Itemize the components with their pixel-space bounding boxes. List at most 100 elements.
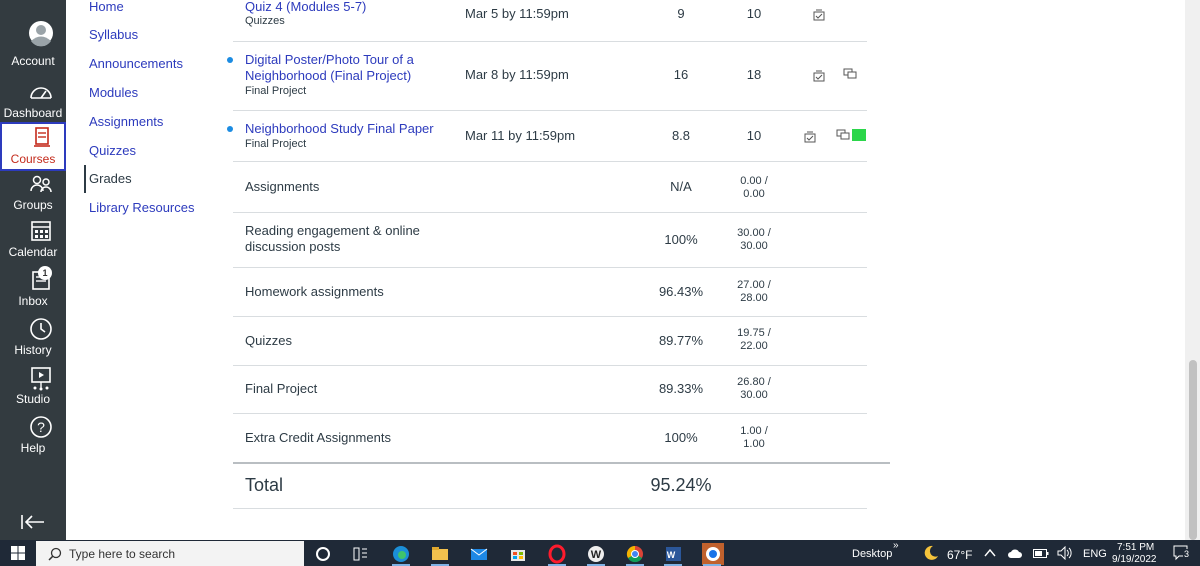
group-percent: 100% [664, 430, 698, 445]
row-divider [233, 212, 867, 213]
mail-icon[interactable] [464, 542, 494, 566]
course-nav-syllabus[interactable]: Syllabus [89, 27, 138, 42]
store-icon[interactable] [503, 542, 533, 566]
global-nav-calendar[interactable]: Calendar [0, 217, 66, 266]
chrome-icon[interactable] [620, 542, 650, 566]
global-nav-inbox[interactable]: Inbox 1 [0, 266, 66, 315]
search-placeholder: Type here to search [69, 547, 176, 561]
chevron-up-icon[interactable] [984, 548, 996, 558]
table-bottom-divider [233, 508, 867, 509]
page-scrollbar[interactable] [1185, 0, 1200, 540]
comments-icon[interactable] [843, 67, 857, 81]
assignment-group-name-line: discussion posts [245, 239, 341, 254]
fraction-line: 0.00 / [740, 175, 768, 187]
group-points-fraction: 0.00 /0.00 [729, 175, 779, 201]
what-if-score-icon[interactable] [812, 69, 826, 83]
assignment-name-link[interactable]: Digital Poster/Photo Tour of a Neighborho… [245, 52, 414, 84]
cortana-icon[interactable] [308, 542, 338, 566]
taskbar-search-box[interactable]: Type here to search [36, 541, 304, 566]
row-divider [233, 110, 867, 111]
score: 8.8 [671, 128, 691, 143]
course-nav-active-indicator [84, 165, 86, 193]
toolbar-chevron[interactable]: » [893, 540, 899, 551]
score: 9 [677, 6, 685, 21]
global-nav-account[interactable]: Account [0, 20, 66, 70]
global-nav-label: Calendar [8, 245, 58, 259]
opera-icon[interactable] [542, 542, 572, 566]
comments-icon[interactable] [836, 128, 850, 142]
assignment-group-name-line: Reading engagement & online [245, 223, 420, 238]
groups-icon [0, 170, 66, 198]
svg-text:W: W [667, 550, 676, 560]
global-nav-help[interactable]: ? Help [0, 413, 66, 462]
group-percent: 89.77% [658, 333, 704, 348]
language-indicator[interactable]: ENG [1083, 548, 1107, 560]
help-icon: ? [0, 413, 66, 441]
assignment-group-name: Quizzes [245, 333, 292, 349]
onedrive-cloud-icon[interactable] [1007, 547, 1023, 559]
rubric-icon[interactable] [852, 129, 866, 141]
global-nav-label: Inbox [18, 294, 48, 308]
file-explorer-icon[interactable] [425, 542, 455, 566]
total-label: Total [245, 475, 284, 495]
due-date: Mar 5 by 11:59pm [465, 6, 569, 21]
course-nav-quizzes[interactable]: Quizzes [89, 143, 136, 158]
total-divider [233, 462, 890, 464]
weather-moon-icon[interactable] [922, 544, 940, 562]
weather-temperature[interactable]: 67°F [947, 548, 972, 562]
assignment-name-link[interactable]: Neighborhood Study Final Paper [245, 121, 434, 137]
global-nav-label: Help [20, 441, 46, 455]
desktop-toolbar-label[interactable]: Desktop [852, 548, 892, 560]
course-nav-modules[interactable]: Modules [89, 85, 138, 100]
clock-date[interactable]: 9/19/2022 [1112, 554, 1157, 565]
course-nav-home[interactable]: Home [89, 0, 124, 14]
edge-icon[interactable] [386, 542, 416, 566]
browser-app-icon[interactable] [697, 542, 727, 566]
what-if-score-icon[interactable] [812, 8, 826, 22]
history-icon [0, 315, 66, 343]
course-nav-grades[interactable]: Grades [89, 171, 132, 186]
course-nav-announcements[interactable]: Announcements [89, 56, 183, 71]
group-points-fraction: 19.75 /22.00 [729, 327, 779, 353]
collapse-nav-icon[interactable] [20, 512, 46, 532]
points-possible: 10 [746, 128, 762, 143]
assignment-category: Final Project [245, 138, 307, 150]
task-view-icon[interactable] [345, 542, 375, 566]
fraction-line: 30.00 [740, 240, 768, 252]
due-date: Mar 11 by 11:59pm [465, 128, 576, 143]
clock-time[interactable]: 7:51 PM [1117, 542, 1154, 553]
assignment-group-name-line: Final Project [245, 381, 318, 396]
dashboard-icon [0, 78, 66, 106]
battery-icon[interactable] [1033, 549, 1049, 558]
svg-text:W: W [591, 549, 602, 561]
fraction-line: 28.00 [740, 292, 768, 304]
group-points-fraction: 27.00 /28.00 [729, 279, 779, 305]
course-nav-library-resources[interactable]: Library Resources [89, 200, 195, 215]
score: 16 [673, 67, 689, 82]
assignment-name-line: Digital Poster/Photo Tour of a [245, 52, 414, 67]
global-nav-courses[interactable]: Courses [0, 122, 66, 171]
global-nav-studio[interactable]: Studio [0, 364, 66, 413]
assignment-name-line: Neighborhood (Final Project) [245, 68, 412, 83]
global-nav-groups[interactable]: Groups [0, 170, 66, 219]
assignment-group-name: Homework assignments [245, 284, 384, 300]
what-if-score-icon[interactable] [803, 130, 817, 144]
w-app-icon[interactable]: W [581, 542, 611, 566]
account-icon [0, 20, 66, 48]
assignment-category: Quizzes [245, 15, 285, 27]
word-icon[interactable]: W [658, 542, 688, 566]
speaker-volume-icon[interactable] [1057, 546, 1073, 560]
windows-taskbar: Type here to search W W Desktop » 67°F EN… [0, 540, 1200, 566]
inbox-unread-badge: 1 [38, 266, 52, 280]
global-nav-history[interactable]: History [0, 315, 66, 364]
course-nav-assignments[interactable]: Assignments [89, 114, 163, 129]
fraction-line: 19.75 / [737, 327, 771, 339]
global-nav-dashboard[interactable]: Dashboard [0, 78, 66, 127]
assignment-name-line: Neighborhood Study Final Paper [245, 121, 434, 136]
windows-start-icon[interactable] [10, 545, 26, 561]
scrollbar-thumb[interactable] [1189, 360, 1197, 540]
total-percent: 95.24% [650, 475, 712, 495]
assignment-name-link[interactable]: Quiz 4 (Modules 5-7) [245, 0, 366, 15]
group-percent: 96.43% [658, 284, 704, 299]
global-nav-label: Dashboard [3, 106, 63, 120]
